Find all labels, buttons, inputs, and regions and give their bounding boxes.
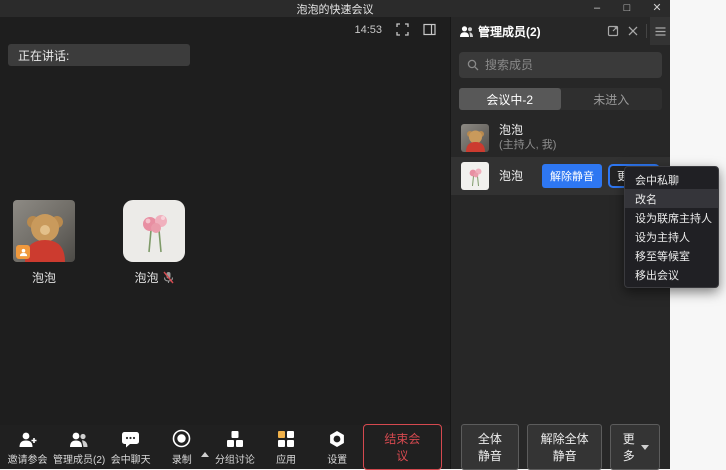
- meeting-window: 泡泡的快速会议 – □ ✕ 14:53 正在讲话:: [0, 0, 670, 469]
- settings-button[interactable]: 设置: [312, 429, 363, 466]
- unmute-button[interactable]: 解除静音: [542, 164, 602, 188]
- close-icon[interactable]: ✕: [650, 0, 664, 17]
- fullscreen-icon[interactable]: [396, 23, 409, 36]
- chat-bubble-icon: [121, 429, 140, 448]
- chat-button[interactable]: 会中聊天: [105, 429, 156, 466]
- search-box[interactable]: [459, 52, 662, 78]
- member-name: 泡泡: [499, 169, 523, 184]
- popout-panel-icon[interactable]: [603, 21, 623, 41]
- members-icon: [69, 429, 89, 448]
- panel-header-actions: [603, 17, 670, 45]
- settings-gear-icon: [328, 429, 346, 448]
- menu-item-remove-from-meeting[interactable]: 移出会议: [625, 265, 718, 284]
- tab-not-joined[interactable]: 未进入: [561, 88, 663, 110]
- window-controls: – □ ✕: [590, 0, 664, 17]
- mic-muted-icon: [163, 271, 174, 284]
- video-stage: 14:53 正在讲话:: [0, 17, 450, 425]
- panel-header: 管理成员(2): [451, 17, 670, 45]
- window-title: 泡泡的快速会议: [297, 1, 374, 17]
- avatar: [461, 162, 489, 190]
- record-icon: [172, 429, 191, 448]
- stage-status-bar: 14:53: [354, 23, 436, 36]
- minimize-icon[interactable]: –: [590, 0, 604, 17]
- meeting-toolbar: 邀请参会 管理成员(2) 会中聊天 录制: [0, 425, 450, 469]
- member-row-host[interactable]: 泡泡 (主持人, 我): [451, 118, 670, 157]
- panel-menu-icon[interactable]: [650, 17, 670, 45]
- menu-item-private-chat[interactable]: 会中私聊: [625, 170, 718, 189]
- invite-button[interactable]: 邀请参会: [2, 429, 53, 466]
- member-info: 泡泡 (主持人, 我): [499, 123, 556, 152]
- tile-name-label: 泡泡: [134, 269, 173, 286]
- apps-grid-icon: [277, 429, 295, 448]
- search-icon: [467, 59, 479, 71]
- record-options-caret-icon[interactable]: [201, 452, 209, 457]
- mute-all-button[interactable]: 全体静音: [461, 424, 519, 470]
- host-badge-icon: [16, 245, 30, 259]
- apps-button[interactable]: 应用: [261, 429, 312, 466]
- menu-item-move-to-waiting-room[interactable]: 移至等候室: [625, 246, 718, 265]
- member-tabs: 会议中-2 未进入: [459, 88, 662, 110]
- tile-name-label: 泡泡: [32, 269, 56, 286]
- end-meeting-button[interactable]: 结束会议: [363, 424, 442, 470]
- desktop: 泡泡的快速会议 – □ ✕ 14:53 正在讲话:: [0, 0, 726, 469]
- chevron-down-icon: [641, 445, 649, 450]
- titlebar: 泡泡的快速会议 – □ ✕: [0, 0, 670, 17]
- video-tile-guest[interactable]: 泡泡: [123, 200, 185, 286]
- menu-item-make-cohost[interactable]: 设为联席主持人: [625, 208, 718, 227]
- members-panel-icon: [459, 25, 474, 38]
- invite-person-icon: [18, 429, 38, 448]
- meeting-timer: 14:53: [354, 24, 382, 36]
- menu-item-rename[interactable]: 改名: [625, 189, 718, 208]
- active-speaker-box: 正在讲话:: [8, 44, 190, 66]
- breakout-rooms-button[interactable]: 分组讨论: [209, 429, 260, 466]
- member-info: 泡泡: [499, 169, 523, 184]
- panel-footer: 全体静音 解除全体静音 更多: [451, 425, 670, 469]
- video-tiles: 泡泡 泡泡: [13, 200, 185, 286]
- unmute-all-button[interactable]: 解除全体静音: [527, 424, 603, 470]
- footer-more-button[interactable]: 更多: [610, 424, 660, 470]
- member-name: 泡泡: [499, 123, 556, 138]
- flower-avatar: [123, 200, 185, 262]
- maximize-icon[interactable]: □: [620, 0, 634, 17]
- avatar: [461, 124, 489, 152]
- layout-toggle-icon[interactable]: [423, 23, 436, 36]
- member-role-label: (主持人, 我): [499, 138, 556, 152]
- teddy-bear-avatar: [13, 200, 75, 262]
- menu-item-make-host[interactable]: 设为主持人: [625, 227, 718, 246]
- search-members-input[interactable]: [485, 58, 635, 72]
- active-speaker-label: 正在讲话:: [18, 47, 69, 64]
- tab-in-meeting[interactable]: 会议中-2: [459, 88, 561, 110]
- header-divider: [646, 24, 647, 38]
- record-button[interactable]: 录制: [156, 429, 207, 466]
- manage-members-button[interactable]: 管理成员(2): [53, 429, 105, 466]
- video-tile-host[interactable]: 泡泡: [13, 200, 75, 286]
- breakout-squares-icon: [226, 429, 244, 448]
- panel-title: 管理成员(2): [478, 23, 541, 40]
- close-panel-icon[interactable]: [623, 21, 643, 41]
- member-more-menu: 会中私聊 改名 设为联席主持人 设为主持人 移至等候室 移出会议: [624, 166, 719, 288]
